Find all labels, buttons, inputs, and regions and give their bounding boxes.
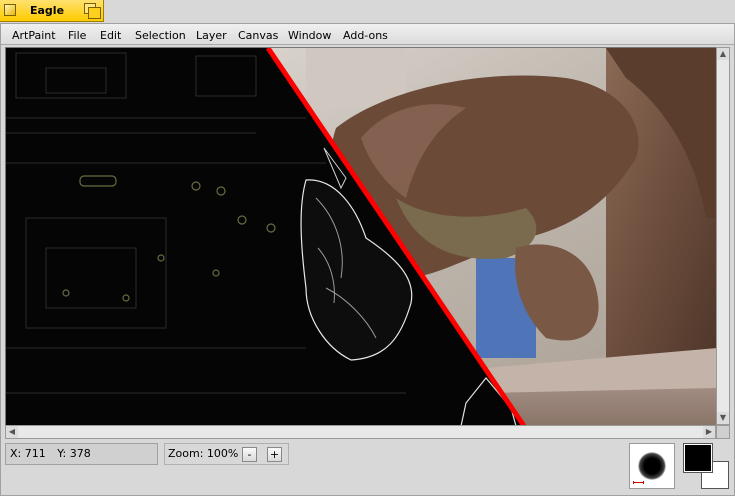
zoom-level: Zoom: 100% xyxy=(168,447,239,460)
foreground-color-swatch[interactable] xyxy=(683,443,713,473)
window-title: Eagle xyxy=(30,4,65,17)
y-coordinate: Y: 378 xyxy=(57,447,91,460)
zoom-out-button[interactable]: - xyxy=(242,447,257,462)
canvas-image xyxy=(6,48,716,425)
brush-preview-icon xyxy=(638,452,666,480)
vertical-scrollbar[interactable]: ▲ ▼ xyxy=(716,47,730,425)
scroll-left-icon[interactable]: ◀ xyxy=(6,426,18,438)
zoom-panel: Zoom: 100% - + xyxy=(164,443,289,465)
scroll-down-icon[interactable]: ▼ xyxy=(717,412,729,424)
menu-artpaint[interactable]: ArtPaint xyxy=(12,29,56,42)
window-tab[interactable]: Eagle xyxy=(0,0,104,22)
resize-corner-icon[interactable] xyxy=(716,425,730,439)
menu-canvas[interactable]: Canvas xyxy=(238,29,278,42)
zoom-box-icon[interactable] xyxy=(84,3,101,19)
menu-bar: ArtPaint File Edit Selection Layer Canva… xyxy=(1,24,734,45)
menu-selection[interactable]: Selection xyxy=(135,29,186,42)
brush-scale-icon xyxy=(633,481,644,484)
zoom-in-button[interactable]: + xyxy=(267,447,282,462)
scroll-up-icon[interactable]: ▲ xyxy=(717,48,729,60)
close-box-icon[interactable] xyxy=(4,4,16,16)
coordinates-display: X: 711 Y: 378 xyxy=(5,443,158,465)
scroll-right-icon[interactable]: ▶ xyxy=(703,426,715,438)
menu-add-ons[interactable]: Add-ons xyxy=(343,29,388,42)
x-coordinate: X: 711 xyxy=(10,447,46,460)
status-bar: X: 711 Y: 378 Zoom: 100% - + xyxy=(1,439,734,495)
horizontal-scrollbar[interactable]: ◀ ▶ xyxy=(5,425,716,439)
brush-preview[interactable] xyxy=(629,443,675,489)
menu-layer[interactable]: Layer xyxy=(196,29,227,42)
image-canvas[interactable] xyxy=(5,47,716,425)
menu-window[interactable]: Window xyxy=(288,29,331,42)
menu-file[interactable]: File xyxy=(68,29,86,42)
menu-edit[interactable]: Edit xyxy=(100,29,121,42)
title-bar: Eagle xyxy=(0,0,735,23)
